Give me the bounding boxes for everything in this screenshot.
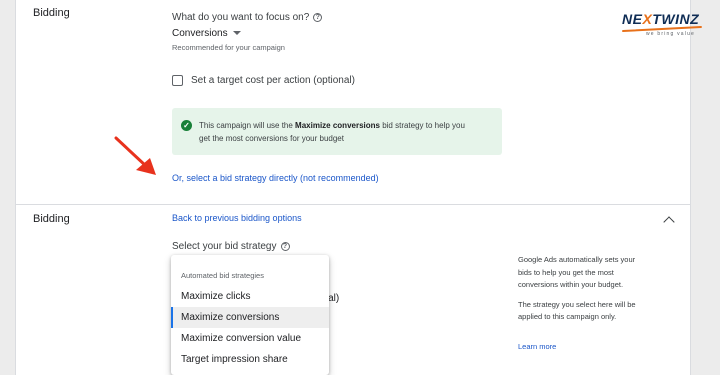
strategy-info-text: This campaign will use the Maximize conv… xyxy=(199,121,465,143)
strategy-name: Maximize conversions xyxy=(295,121,380,130)
select-strategy-directly-link[interactable]: Or, select a bid strategy directly (not … xyxy=(172,173,379,183)
focus-dropdown[interactable]: Conversions xyxy=(172,23,241,41)
help-circle-icon[interactable]: ? xyxy=(313,13,323,22)
bidding-panel-bottom: Bidding Back to previous bidding options… xyxy=(15,205,691,375)
menu-item-maximize-conversion-value[interactable]: Maximize conversion value xyxy=(171,328,329,349)
bid-strategy-label: Select your bid strategy xyxy=(172,241,277,252)
focus-dropdown-value: Conversions xyxy=(172,28,228,39)
logo-wordmark: NEXTWINZ xyxy=(622,11,700,27)
check-circle-icon: ✓ xyxy=(181,120,192,131)
menu-item-maximize-conversions[interactable]: Maximize conversions xyxy=(171,307,329,328)
recommended-note: Recommended for your campaign xyxy=(172,43,285,52)
strategy-explanation: Google Ads automatically sets your bids … xyxy=(518,255,636,321)
menu-item-maximize-clicks[interactable]: Maximize clicks xyxy=(171,286,329,307)
strategy-info-box: ✓ This campaign will use the Maximize co… xyxy=(172,108,502,155)
logo-tagline: we bring value xyxy=(646,31,696,37)
section-title-bidding: Bidding xyxy=(33,7,70,19)
menu-header-automated: Automated bid strategies xyxy=(181,271,264,280)
back-to-bidding-options-link[interactable]: Back to previous bidding options xyxy=(172,213,302,223)
help-circle-icon-2[interactable]: ? xyxy=(280,242,290,251)
learn-more-link[interactable]: Learn more xyxy=(518,342,556,351)
section-title-bidding-2: Bidding xyxy=(33,213,70,225)
focus-question-label: What do you want to focus on? xyxy=(172,12,310,23)
menu-item-target-impression-share[interactable]: Target impression share xyxy=(171,349,329,370)
target-cpa-checkbox-label[interactable]: Set a target cost per action (optional) xyxy=(191,75,355,86)
bid-strategy-label-row: Select your bid strategy? xyxy=(172,236,290,254)
nextwinz-logo: NEXTWINZ we bring value xyxy=(622,11,702,41)
target-cpa-checkbox[interactable] xyxy=(172,75,183,86)
caret-down-icon xyxy=(232,31,241,35)
chevron-up-icon[interactable] xyxy=(663,216,675,228)
bid-strategy-menu[interactable]: Automated bid strategies Maximize clicks… xyxy=(171,255,329,375)
red-arrow-icon xyxy=(114,136,156,175)
